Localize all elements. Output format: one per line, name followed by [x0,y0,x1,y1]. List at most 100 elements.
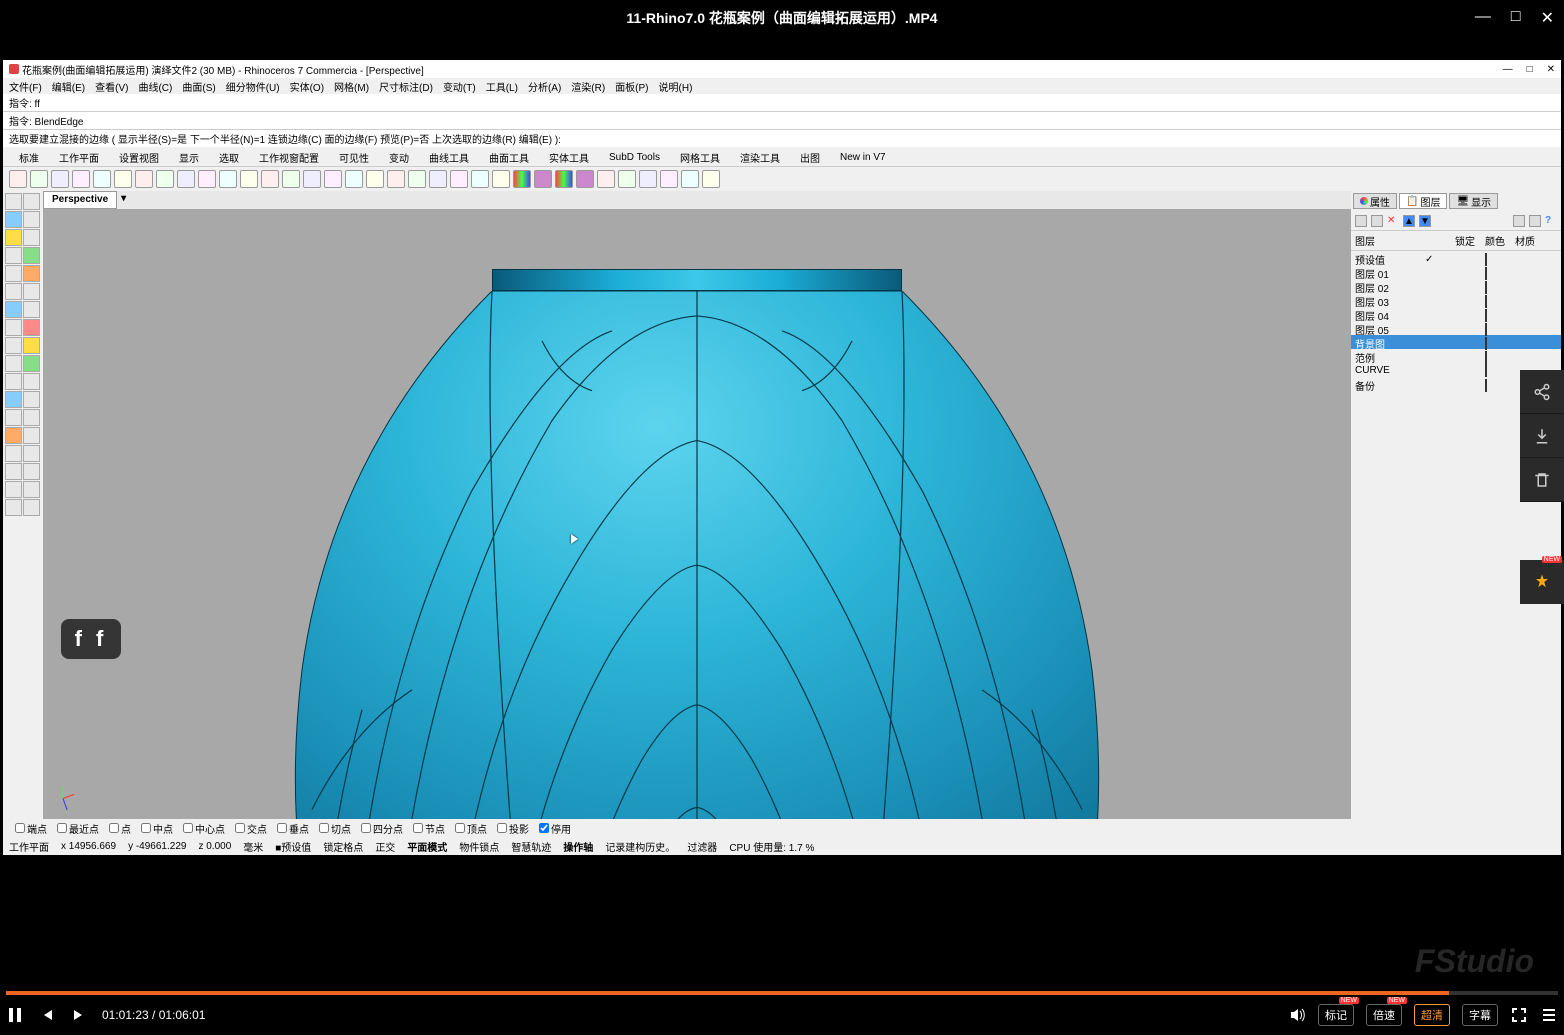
toolbar-tab[interactable]: 渲染工具 [740,150,780,165]
tool-icon[interactable] [5,499,22,516]
status-planar[interactable]: 平面模式 [407,839,447,854]
tool-icon[interactable] [5,445,22,462]
toolbar-tab[interactable]: 网格工具 [680,150,720,165]
tool-icon[interactable] [23,319,40,336]
menu-item[interactable]: 变动(T) [443,79,476,94]
osnap-checkbox[interactable] [109,823,119,833]
toolbar-tab[interactable]: 实体工具 [549,150,589,165]
maximize-icon[interactable]: □ [1511,8,1521,28]
toolbar-tab[interactable]: 工作平面 [59,150,99,165]
toolbar-icon[interactable] [366,170,384,188]
command-input[interactable] [561,131,1555,146]
menu-item[interactable]: 渲染(R) [571,79,605,94]
tool-icon[interactable] [5,427,22,444]
layer-row[interactable]: 范例 [1351,349,1561,363]
toolbar-tab[interactable]: 工作视窗配置 [259,150,319,165]
status-def[interactable]: ■预设值 [275,839,311,854]
status-cpu[interactable]: CPU 使用量: 1.7 % [729,839,814,854]
toolbar-tab[interactable]: 选取 [219,150,239,165]
toolbar-icon[interactable] [72,170,90,188]
status-osnap[interactable]: 物件锁点 [459,839,499,854]
tool-icon[interactable] [5,355,22,372]
viewport-name[interactable]: Perspective [43,191,117,209]
tab-layers[interactable]: 📋图层 [1399,193,1447,209]
toolbar-tab[interactable]: 标准 [19,150,39,165]
osnap-checkbox[interactable] [183,823,193,833]
toolbar-icon[interactable] [660,170,678,188]
toolbar-icon[interactable] [51,170,69,188]
tool-icon[interactable] [23,247,40,264]
osnap-checkbox[interactable] [497,823,507,833]
menu-item[interactable]: 分析(A) [528,79,561,94]
layer-row[interactable]: 图层 05 [1351,321,1561,335]
menu-item[interactable]: 编辑(E) [52,79,85,94]
toolbar-tab[interactable]: 曲线工具 [429,150,469,165]
status-cplane[interactable]: 工作平面 [9,839,49,854]
toolbar-icon[interactable] [534,170,552,188]
rhino-close-icon[interactable]: ✕ [1547,64,1555,75]
layer-row[interactable]: 图层 03 [1351,293,1561,307]
prev-button[interactable] [38,1006,56,1024]
tool-icon[interactable] [23,373,40,390]
tools-icon[interactable] [1529,215,1541,227]
toolbar-icon[interactable] [555,170,573,188]
status-grid[interactable]: 锁定格点 [323,839,363,854]
toolbar-icon[interactable] [618,170,636,188]
osnap-checkbox[interactable] [319,823,329,833]
osnap-item[interactable]: 切点 [319,821,351,836]
toolbar-icon[interactable] [408,170,426,188]
share-button[interactable] [1520,370,1564,414]
tool-icon[interactable] [23,445,40,462]
new-sublayer-icon[interactable] [1371,215,1383,227]
osnap-checkbox[interactable] [455,823,465,833]
menu-item[interactable]: 尺寸标注(D) [379,79,433,94]
menu-item[interactable]: 网格(M) [334,79,369,94]
status-x[interactable]: x 14956.669 [61,841,116,852]
menu-item[interactable]: 曲线(C) [138,79,172,94]
osnap-checkbox[interactable] [15,823,25,833]
close-icon[interactable]: ✕ [1541,8,1554,28]
osnap-item[interactable]: 四分点 [361,821,403,836]
layer-row[interactable]: 图层 01 [1351,265,1561,279]
osnap-item[interactable]: 点 [109,821,131,836]
status-y[interactable]: y -49661.229 [128,841,186,852]
color-swatch[interactable] [1485,295,1487,308]
toolbar-tab[interactable]: 可见性 [339,150,369,165]
toolbar-tab[interactable]: 设置视图 [119,150,159,165]
toolbar-icon[interactable] [282,170,300,188]
rhino-minimize-icon[interactable]: — [1503,64,1513,75]
osnap-item[interactable]: 交点 [235,821,267,836]
tool-icon[interactable] [5,409,22,426]
toolbar-icon[interactable] [93,170,111,188]
osnap-checkbox[interactable] [539,823,549,833]
menu-item[interactable]: 实体(O) [290,79,324,94]
color-swatch[interactable] [1485,309,1487,322]
toolbar-icon[interactable] [9,170,27,188]
color-swatch[interactable] [1485,267,1487,280]
osnap-item[interactable]: 停用 [539,821,571,836]
download-button[interactable] [1520,414,1564,458]
menu-item[interactable]: 面板(P) [615,79,648,94]
tool-icon[interactable] [5,229,22,246]
tool-icon[interactable] [5,391,22,408]
toolbar-icon[interactable] [450,170,468,188]
osnap-item[interactable]: 中心点 [183,821,225,836]
toolbar-tab[interactable]: 显示 [179,150,199,165]
osnap-checkbox[interactable] [413,823,423,833]
toolbar-icon[interactable] [156,170,174,188]
osnap-item[interactable]: 中点 [141,821,173,836]
tool-icon[interactable] [5,247,22,264]
osnap-checkbox[interactable] [277,823,287,833]
delete-layer-icon[interactable]: ✕ [1387,215,1399,227]
toolbar-icon[interactable] [702,170,720,188]
toolbar-icon[interactable] [261,170,279,188]
pin-button[interactable]: NEW [1520,560,1564,604]
layer-row[interactable]: 图层 04 [1351,307,1561,321]
color-swatch[interactable] [1485,351,1487,364]
minimize-icon[interactable]: — [1475,8,1491,28]
filter-icon[interactable] [1513,215,1525,227]
toolbar-icon[interactable] [576,170,594,188]
layer-row[interactable]: 背景图 [1351,335,1561,349]
osnap-checkbox[interactable] [361,823,371,833]
delete-button[interactable] [1520,458,1564,502]
